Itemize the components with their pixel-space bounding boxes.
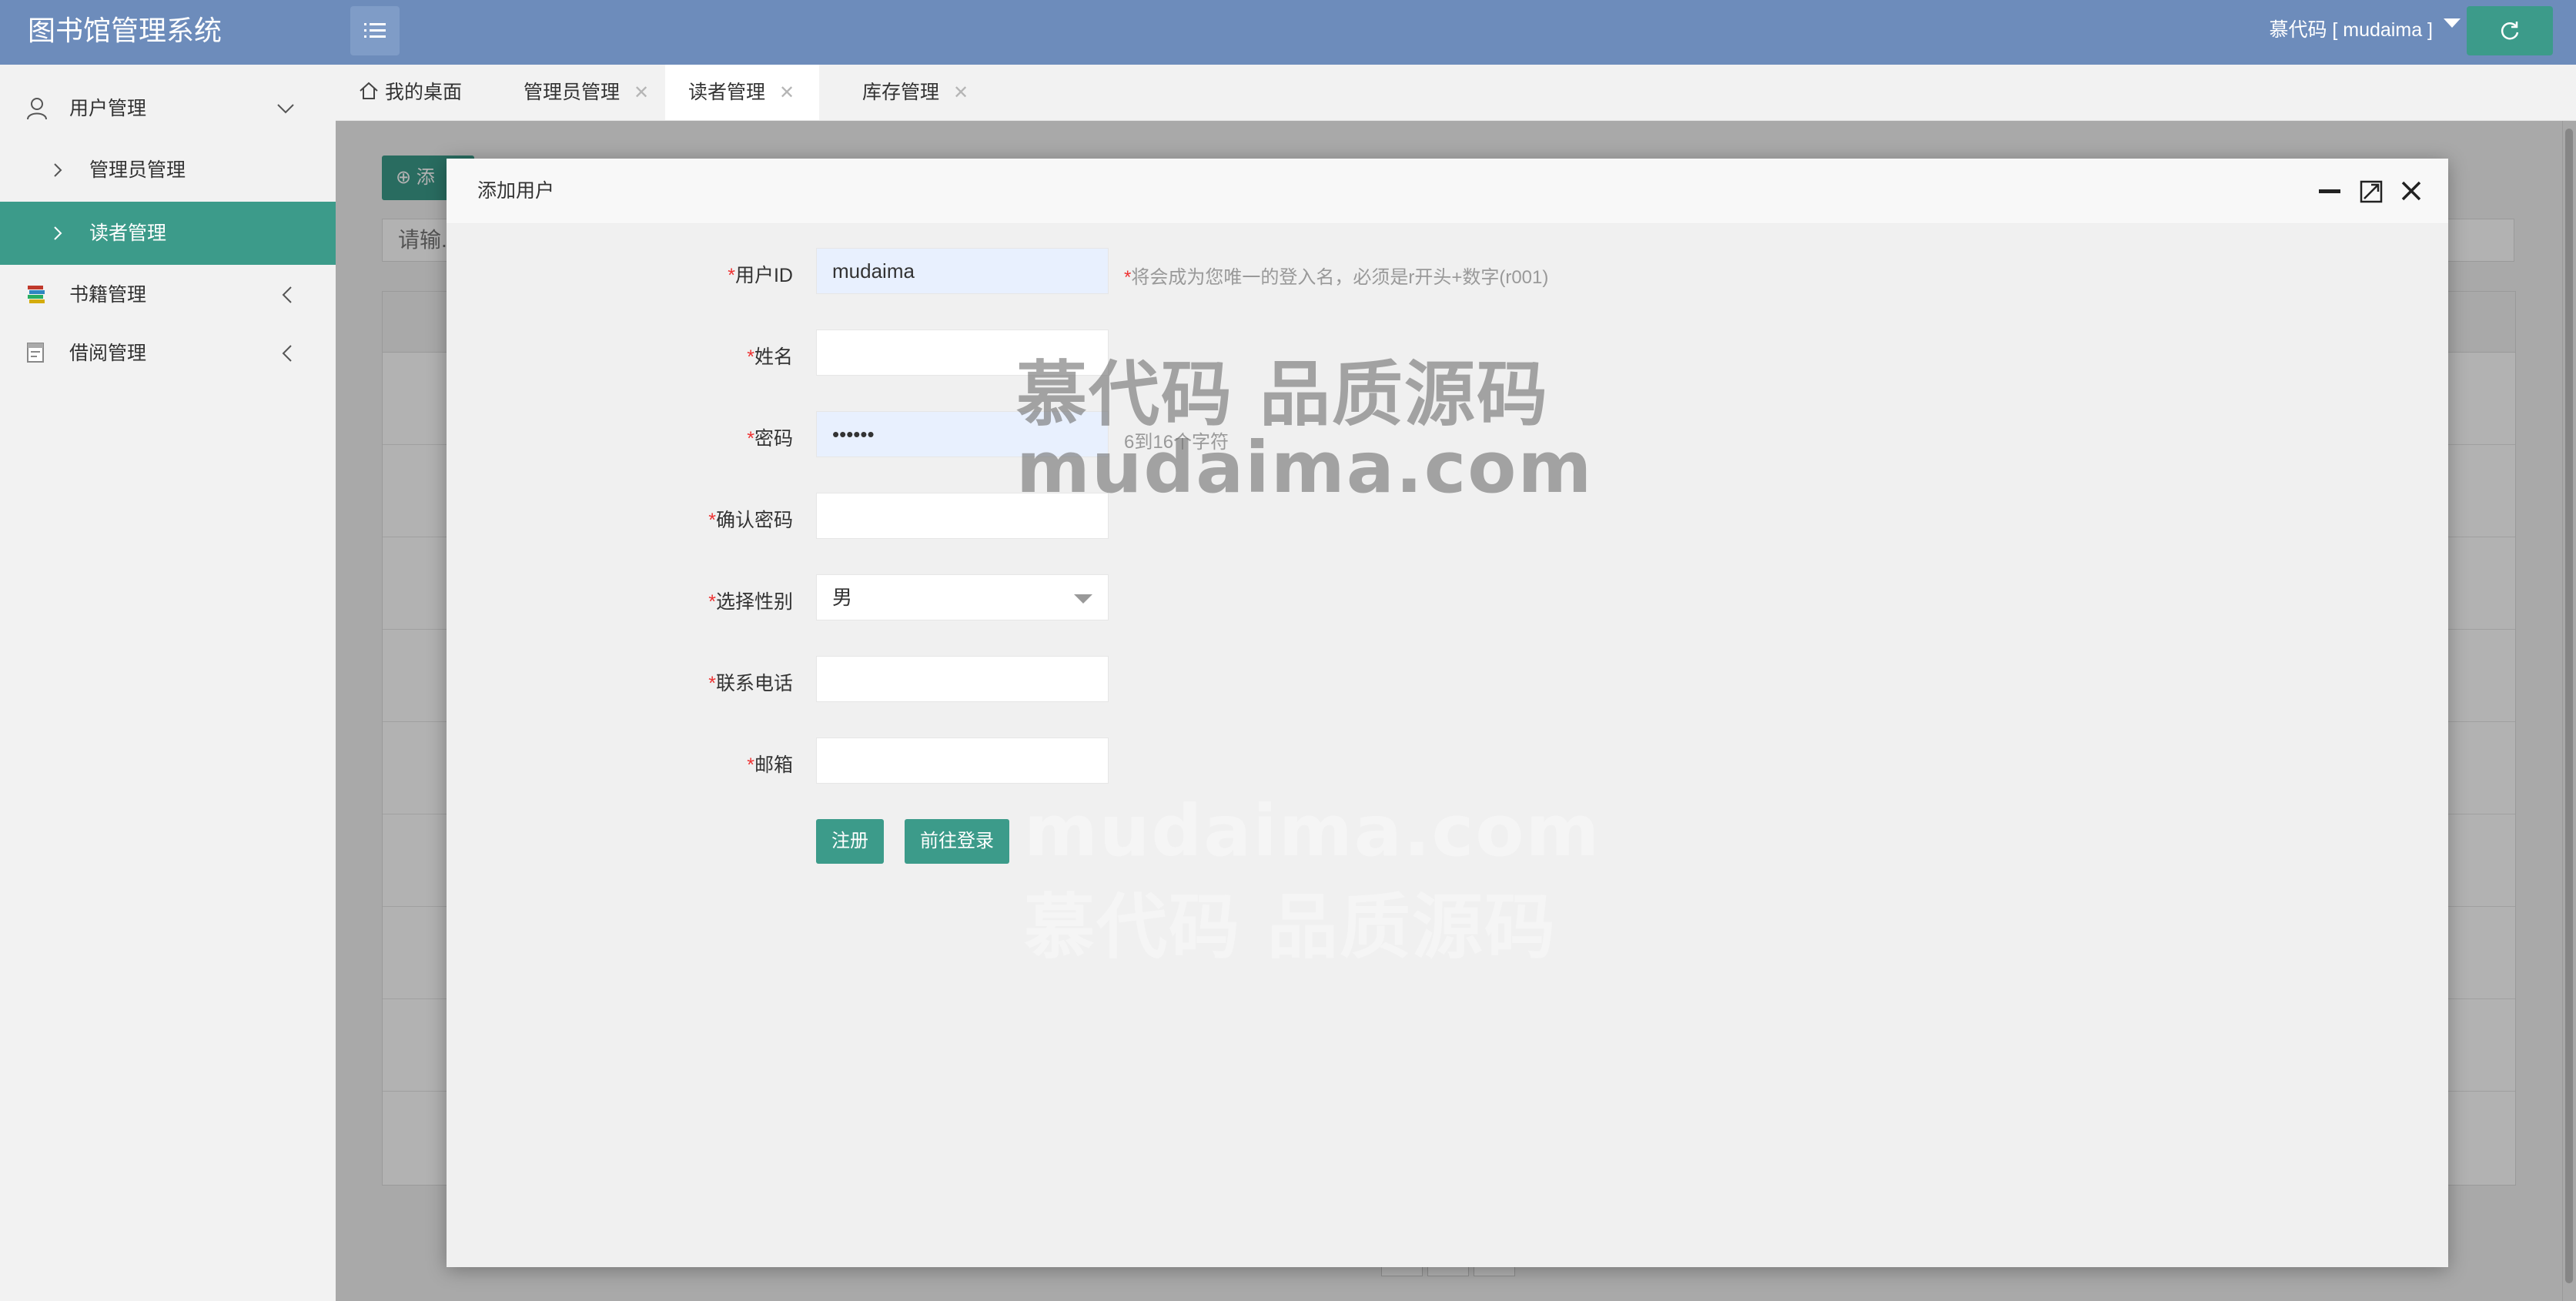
sidebar-item-reader-management[interactable]: 读者管理 (0, 202, 336, 265)
add-user-dialog: 添加用户 *用户ID mudaima *将会成为您唯一的登入名，必须是r开头+数… (447, 159, 2448, 1267)
gender-label-text: 选择性别 (715, 591, 793, 613)
user-id-hint-text: 将会成为您唯一的登入名，必须是r开头+数字(r001) (1131, 267, 1549, 288)
tab-my-desktop[interactable]: 我的桌面 (359, 65, 477, 120)
required-mark: * (747, 754, 754, 776)
watermark-text-url-faint: mudaima.com (1024, 790, 1601, 872)
user-id-value: mudaima (832, 259, 915, 283)
name-label: *姓名 (447, 342, 793, 370)
confirm-password-label-text: 确认密码 (715, 510, 793, 531)
gender-label: *选择性别 (447, 587, 793, 614)
sidebar-item-label: 读者管理 (89, 222, 167, 244)
name-label-text: 姓名 (754, 346, 793, 368)
refresh-button[interactable] (2467, 6, 2553, 55)
top-header: 图书馆管理系统 慕代码 [ mudaima ] (0, 0, 2576, 65)
required-mark: * (708, 591, 716, 613)
app-title: 图书馆管理系统 (28, 15, 222, 46)
watermark-text-cn-faint: 慕代码 品质源码 (1024, 886, 1557, 968)
tab-label: 管理员管理 (524, 82, 621, 103)
watermark-text-cn: 慕代码 品质源码 (1016, 353, 1550, 436)
user-id-hint: *将会成为您唯一的登入名，必须是r开头+数字(r001) (1124, 262, 1548, 289)
close-icon[interactable]: ✕ (953, 82, 969, 103)
email-input[interactable] (816, 737, 1109, 784)
refresh-icon (2501, 22, 2519, 40)
books-icon (28, 286, 45, 303)
form-row-user-id: *用户ID mudaima *将会成为您唯一的登入名，必须是r开头+数字(r00… (447, 248, 2448, 296)
close-icon[interactable]: ✕ (634, 82, 649, 103)
sidebar-item-admin-management[interactable]: 管理员管理 (0, 140, 336, 200)
password-value: •••••• (832, 423, 875, 446)
sidebar: 用户管理 管理员管理 读者管理 书籍管理 借阅管理 (0, 65, 336, 1301)
chevron-right-icon (54, 163, 62, 177)
user-icon (27, 98, 47, 120)
tab-admin-management[interactable]: 管理员管理 ✕ (508, 65, 664, 120)
register-button[interactable]: 注册 (816, 819, 884, 864)
user-name: 慕代码 [ mudaima ] (2269, 19, 2433, 41)
close-icon[interactable] (2400, 180, 2422, 202)
chevron-down-icon (277, 104, 294, 114)
sidebar-item-label: 管理员管理 (89, 159, 186, 181)
confirm-password-label: *确认密码 (447, 505, 793, 533)
document-icon (27, 343, 44, 363)
sidebar-item-book-management[interactable]: 书籍管理 (0, 265, 336, 325)
required-mark: * (708, 510, 716, 531)
form-row-email: *邮箱 (447, 737, 2448, 785)
sidebar-item-user-management[interactable]: 用户管理 (0, 79, 336, 139)
maximize-icon[interactable] (2360, 180, 2383, 203)
caret-down-icon (1074, 594, 1092, 604)
email-label: *邮箱 (447, 750, 793, 778)
required-mark: * (747, 428, 754, 450)
chevron-left-icon (282, 286, 292, 303)
gender-value: 男 (832, 586, 853, 609)
tab-label: 读者管理 (688, 82, 766, 103)
sidebar-item-label: 书籍管理 (69, 284, 147, 306)
list-icon (364, 23, 386, 38)
required-mark: * (728, 265, 735, 286)
form-row-phone: *联系电话 (447, 656, 2448, 704)
user-menu[interactable]: 慕代码 [ mudaima ] (2269, 0, 2461, 62)
phone-input[interactable] (816, 656, 1109, 702)
password-label: *密码 (447, 423, 793, 451)
tab-reader-management[interactable]: 读者管理 ✕ (665, 65, 820, 120)
phone-label: *联系电话 (447, 668, 793, 696)
required-mark: * (1124, 267, 1132, 288)
menu-toggle-button[interactable] (350, 6, 400, 55)
tab-label: 我的桌面 (385, 82, 463, 103)
dialog-title: 添加用户 (477, 180, 555, 202)
sidebar-item-label: 借阅管理 (69, 343, 147, 364)
chevron-right-icon (54, 226, 62, 240)
go-to-login-button[interactable]: 前往登录 (905, 819, 1009, 864)
required-mark: * (708, 673, 716, 694)
user-id-label: *用户ID (447, 260, 793, 288)
close-icon[interactable]: ✕ (779, 82, 795, 103)
required-mark: * (747, 346, 754, 368)
password-label-text: 密码 (754, 428, 793, 450)
chevron-left-icon (282, 345, 292, 362)
form-row-gender: *选择性别 男 (447, 574, 2448, 622)
tab-inventory-management[interactable]: 库存管理 ✕ (847, 65, 984, 120)
tab-bar: 我的桌面 管理员管理 ✕ 读者管理 ✕ 库存管理 ✕ (336, 65, 2576, 121)
user-id-label-text: 用户ID (734, 265, 793, 286)
tab-label: 库存管理 (862, 82, 940, 103)
minimize-icon[interactable] (2319, 189, 2340, 194)
home-icon (360, 82, 378, 99)
phone-label-text: 联系电话 (715, 673, 793, 694)
sidebar-item-label: 用户管理 (69, 98, 147, 119)
dialog-header: 添加用户 (447, 159, 2448, 224)
user-id-input[interactable]: mudaima (816, 248, 1109, 294)
sidebar-item-borrow-management[interactable]: 借阅管理 (0, 323, 336, 383)
watermark-text-url: mudaima.com (1016, 426, 1594, 509)
email-label-text: 邮箱 (754, 754, 793, 776)
gender-select[interactable]: 男 (816, 574, 1109, 620)
caret-down-icon (2444, 18, 2461, 28)
